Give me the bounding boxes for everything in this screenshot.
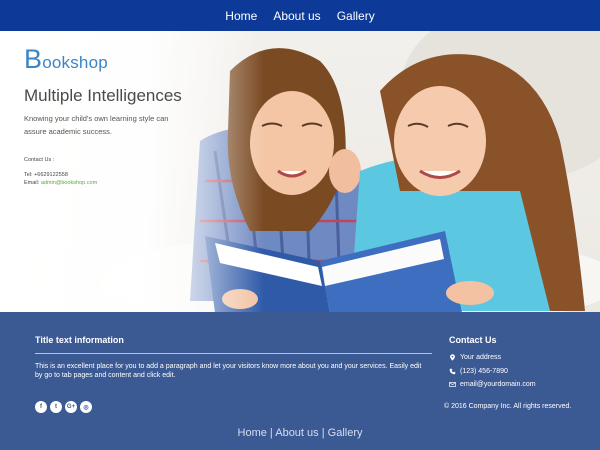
hero-email-link[interactable]: admin@bookshop.com: [41, 180, 97, 186]
twitter-icon[interactable]: t: [50, 401, 62, 413]
footer-text: This is an excellent place for you to ad…: [35, 363, 422, 379]
footer-title: Title text information: [35, 335, 124, 345]
top-nav: Home About us Gallery: [0, 0, 600, 31]
social-icons: f t G+ ◎: [35, 401, 92, 413]
contact-phone-text: (123) 456-7890: [460, 368, 508, 375]
contact-phone: (123) 456-7890: [449, 368, 508, 375]
hero-email: Email: admin@bookshop.com: [24, 180, 97, 186]
hero-title: Multiple Intelligences: [24, 86, 182, 105]
nav-home-link[interactable]: Home: [225, 9, 257, 23]
site-logo[interactable]: Bookshop: [24, 44, 108, 75]
contact-email-text[interactable]: email@yourdomain.com: [460, 381, 536, 388]
instagram-icon[interactable]: ◎: [80, 401, 92, 413]
hero-description: Knowing your child's own learning style …: [24, 114, 169, 136]
contact-address-text: Your address: [460, 354, 501, 361]
nav-gallery-link[interactable]: Gallery: [337, 9, 375, 23]
google-plus-icon[interactable]: G+: [65, 401, 77, 413]
bottom-nav-separator: |: [318, 427, 328, 439]
logo-initial: B: [24, 44, 43, 74]
copyright: © 2016 Company Inc. All rights reserved.: [444, 403, 572, 410]
hero-email-prefix: Email:: [24, 180, 41, 186]
bottom-nav-home-link[interactable]: Home: [238, 427, 267, 439]
footer-divider: [35, 353, 432, 354]
phone-icon: [449, 368, 456, 375]
envelope-icon: [449, 382, 456, 387]
facebook-icon[interactable]: f: [35, 401, 47, 413]
bottom-nav-separator: |: [266, 427, 276, 439]
location-pin-icon: [450, 354, 455, 361]
hero-phone: Tel: +6629122558: [24, 172, 68, 178]
bottom-nav-gallery-link[interactable]: Gallery: [328, 427, 363, 439]
logo-text: ookshop: [42, 53, 108, 72]
bottom-nav-about-link[interactable]: About us: [275, 427, 318, 439]
contact-address: Your address: [449, 354, 501, 361]
hero-contact-label: Contact Us :: [24, 157, 55, 163]
nav-about-link[interactable]: About us: [273, 9, 320, 23]
contact-title: Contact Us: [449, 335, 497, 345]
bottom-nav: Home | About us | Gallery: [0, 427, 600, 439]
contact-email: email@yourdomain.com: [449, 381, 536, 388]
